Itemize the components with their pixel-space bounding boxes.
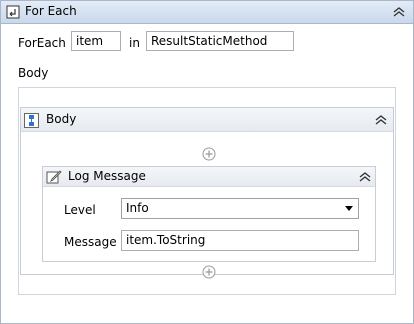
message-label: Message (64, 235, 117, 249)
add-activity-icon[interactable] (202, 265, 216, 279)
body-label: Body (18, 66, 49, 80)
in-label: in (129, 36, 140, 50)
collapse-icon[interactable] (374, 114, 388, 126)
item-variable-field[interactable]: item (71, 31, 121, 51)
sequence-activity: Body Log Message Level Info Message item… (20, 107, 394, 279)
collapse-icon[interactable] (392, 6, 406, 18)
sequence-title: Body (46, 112, 77, 126)
log-message-activity: Log Message Level Info Message item.ToSt… (42, 166, 376, 262)
foreach-activity: For Each ForEach item in ResultStaticMet… (0, 0, 414, 324)
log-message-icon (46, 170, 62, 184)
level-value: Info (126, 201, 149, 215)
foreach-header[interactable]: For Each (1, 1, 413, 24)
foreach-icon (6, 5, 20, 19)
message-field[interactable]: item.ToString (121, 230, 359, 251)
foreach-label: ForEach (18, 36, 66, 50)
foreach-title: For Each (25, 4, 77, 18)
log-message-header[interactable]: Log Message (43, 167, 375, 187)
sequence-header[interactable]: Body (21, 108, 393, 132)
log-message-title: Log Message (68, 169, 146, 183)
add-activity-icon[interactable] (202, 147, 216, 161)
collection-field[interactable]: ResultStaticMethod (146, 31, 294, 51)
level-label: Level (64, 203, 96, 217)
collapse-icon[interactable] (358, 171, 372, 183)
level-dropdown[interactable]: Info (121, 198, 359, 219)
chevron-down-icon (345, 206, 353, 211)
sequence-icon (24, 113, 39, 128)
body-drop-area: Body Log Message Level Info Message item… (18, 87, 396, 295)
